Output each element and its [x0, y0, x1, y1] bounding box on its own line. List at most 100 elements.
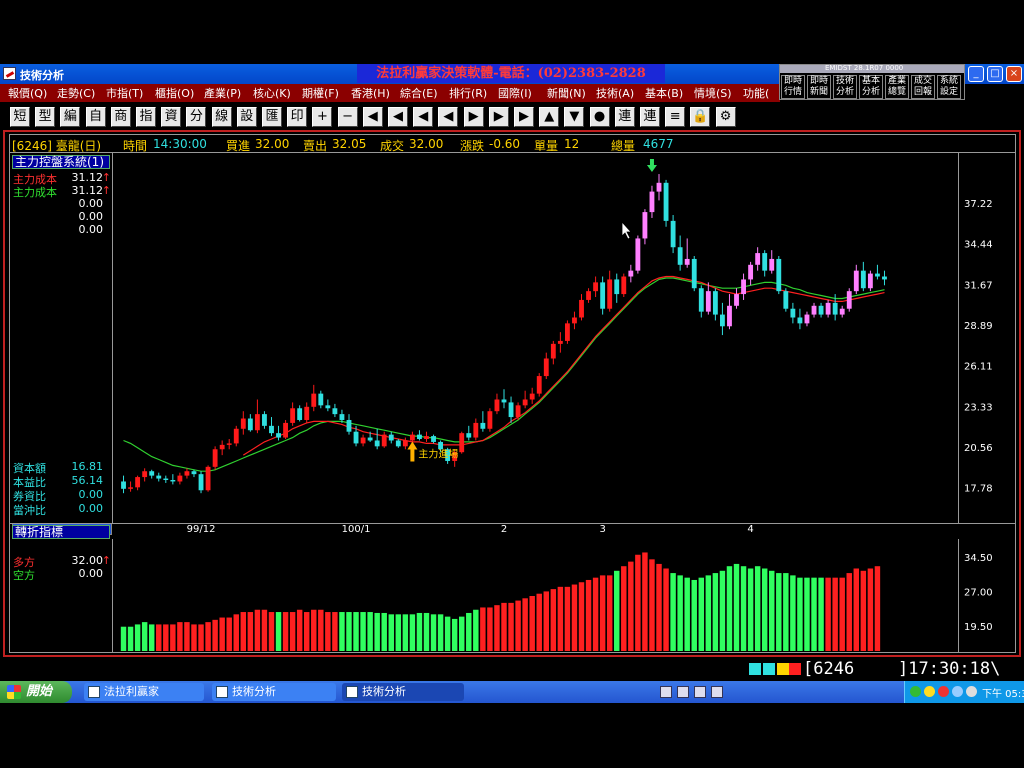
volume-bar — [303, 612, 310, 651]
quick-button-label: 即時 — [809, 76, 828, 86]
toolbar-button-25[interactable]: 連 — [640, 107, 660, 127]
pen-icon[interactable] — [677, 686, 689, 698]
toolbar-button-18[interactable]: ▶ — [463, 107, 484, 127]
help-icon[interactable] — [694, 686, 706, 698]
stat-value: 56.14 — [71, 474, 104, 487]
taskbar-item-ferrari[interactable]: 法拉利贏家 — [84, 683, 204, 701]
menu-item-15[interactable]: 功能( — [743, 85, 769, 101]
toolbar-button-11[interactable]: 印 — [287, 107, 308, 127]
volume-bar — [268, 612, 275, 651]
keyboard-icon[interactable] — [660, 686, 672, 698]
toolbar-button-6[interactable]: 資 — [161, 107, 182, 127]
candlestick-chart[interactable]: 17.78 20.56 23.33 26.11 28.89 31.67 34.44 37.22… — [10, 135, 1015, 652]
status-clock: ]17:30:18\ — [898, 659, 1001, 679]
indicator-title[interactable]: 主力控盤系統(1) — [12, 155, 110, 169]
toolbar-button-10[interactable]: 匯 — [262, 107, 282, 127]
network-icon[interactable] — [910, 686, 921, 697]
toolbar-button-19[interactable]: ▶ — [488, 107, 509, 127]
toolbar-button-15[interactable]: ◀ — [388, 107, 408, 127]
menu-item-14[interactable]: 情境(S) — [694, 85, 732, 101]
taskbar-item-tech-analysis[interactable]: 技術分析 — [212, 683, 336, 701]
menu-item-11[interactable]: 新聞(N) — [547, 85, 586, 101]
taskbar-item-tech-analysis-active[interactable]: 技術分析 — [342, 683, 464, 701]
toolbar-button-12[interactable]: + — [312, 107, 333, 127]
quick-button-0[interactable]: 即時 行情 — [781, 75, 805, 99]
quick-button-label: 分析 — [861, 87, 880, 97]
close-button[interactable]: × — [1006, 66, 1022, 82]
toolbar-button-20[interactable]: ▶ — [514, 107, 534, 127]
date-axis-label: 100/1 — [342, 524, 371, 535]
quick-button-6[interactable]: 系統 設定 — [937, 75, 961, 99]
toolbar-button-17[interactable]: ◀ — [438, 107, 459, 127]
volume-icon[interactable] — [952, 686, 963, 697]
quick-launch-toolbar: EMIDST 28.1R07 0000 即時 行情 即時 新聞 技術 分析 基本 分析 產業 總覽… — [779, 64, 965, 100]
toolbar-button-28[interactable]: ⚙ — [715, 107, 736, 127]
menu-item-1[interactable]: 走勢(C) — [57, 85, 95, 101]
start-button[interactable]: 開始 — [0, 681, 72, 703]
volume-bar — [628, 561, 634, 651]
antivirus-icon[interactable] — [938, 686, 949, 697]
legend-value: 0.00 — [78, 197, 104, 210]
quote-info-row: [6246] 臺龍(日) 時間 14:30:00 買進 32.00 賣出 32.… — [10, 135, 1015, 153]
volume-bar — [388, 614, 394, 651]
quick-button-5[interactable]: 成交 回報 — [911, 75, 935, 99]
candle-body — [853, 270, 859, 292]
menu-item-8[interactable]: 綜合(E) — [400, 85, 438, 101]
quick-button-4[interactable]: 產業 總覽 — [885, 75, 909, 99]
toolbar-button-16[interactable]: ◀ — [413, 107, 434, 127]
quick-button-label: 行情 — [783, 87, 802, 97]
toolbar-button-23[interactable]: ● — [589, 107, 610, 127]
toolbar-button-8[interactable]: 線 — [211, 107, 232, 127]
toolbar-button-22[interactable]: ▼ — [564, 107, 585, 127]
toolbar-button-2[interactable]: 編 — [60, 107, 81, 127]
candle-body — [290, 408, 296, 423]
ime-icon[interactable] — [966, 686, 977, 697]
status-cyan-indicator — [749, 663, 761, 675]
window-title-bar[interactable]: 技術分析 法拉利贏家決策軟體-電話：(02)2383-2828 EMIDST 2… — [0, 64, 1024, 100]
candle-body — [388, 434, 394, 441]
toolbar-button-26[interactable]: ≡ — [665, 107, 686, 127]
candle-body — [600, 282, 606, 309]
volume-bar — [247, 612, 254, 651]
menu-item-12[interactable]: 技術(A) — [596, 85, 634, 101]
menu-item-7[interactable]: 香港(H) — [351, 85, 390, 101]
candle-body — [586, 291, 591, 300]
toolbar-button-13[interactable]: − — [337, 107, 358, 127]
security-icon[interactable] — [924, 686, 935, 697]
menu-item-6[interactable]: 期權(F) — [302, 85, 339, 101]
toolbar-button-9[interactable]: 設 — [236, 107, 257, 127]
menu-item-4[interactable]: 產業(P) — [204, 85, 241, 101]
toolbar-button-3[interactable]: 自 — [85, 107, 106, 127]
menu-item-2[interactable]: 市指(T) — [106, 85, 143, 101]
candle-body — [269, 425, 274, 434]
toolbar-button-7[interactable]: 分 — [186, 107, 207, 127]
volume-bar — [325, 612, 331, 651]
maximize-button[interactable]: □ — [987, 66, 1003, 82]
price-tick-label: 26.11 — [964, 362, 993, 373]
candle-body — [550, 343, 556, 359]
menu-item-13[interactable]: 基本(B) — [645, 85, 683, 101]
candle-body — [233, 428, 239, 444]
quick-button-2[interactable]: 技術 分析 — [833, 75, 857, 99]
quick-button-1[interactable]: 即時 新聞 — [807, 75, 831, 99]
menu-item-3[interactable]: 櫃指(O) — [155, 85, 194, 101]
up-arrow-icon: ↑ — [101, 171, 111, 184]
toolbar-button-0[interactable]: 短 — [10, 107, 30, 127]
menu-item-5[interactable]: 核心(K) — [253, 85, 291, 101]
candle-body — [607, 279, 613, 309]
minimize-button[interactable]: _ — [968, 66, 984, 82]
toolbar-button-14[interactable]: ◀ — [362, 107, 383, 127]
toolbar-button-21[interactable]: ▲ — [539, 107, 560, 127]
toolbar-button-27[interactable]: 🔒 — [690, 107, 711, 127]
quick-button-3[interactable]: 基本 分析 — [859, 75, 883, 99]
menu-item-0[interactable]: 報價(Q) — [8, 85, 47, 101]
toolbar-button-1[interactable]: 型 — [35, 107, 56, 127]
candle-body — [515, 405, 521, 418]
menu-item-10[interactable]: 國際(I) — [498, 85, 532, 101]
settings-icon[interactable] — [711, 686, 723, 698]
toolbar-button-24[interactable]: 連 — [614, 107, 635, 127]
toolbar-button-4[interactable]: 商 — [110, 107, 131, 127]
sub-indicator-title[interactable]: 轉折指標 — [12, 525, 110, 539]
menu-item-9[interactable]: 排行(R) — [449, 85, 487, 101]
toolbar-button-5[interactable]: 指 — [136, 107, 156, 127]
